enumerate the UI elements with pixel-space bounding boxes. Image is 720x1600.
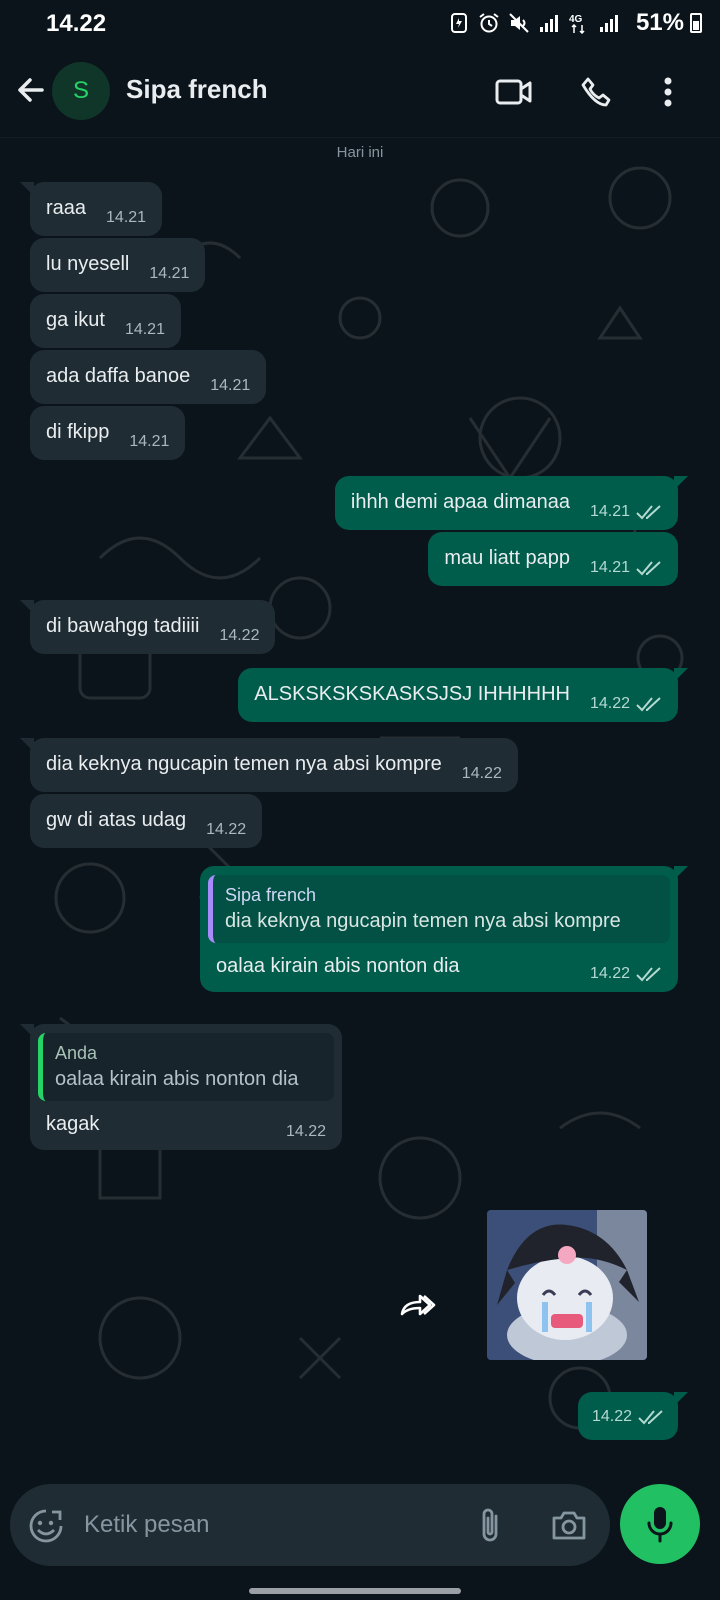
avatar[interactable]: S bbox=[52, 62, 110, 120]
gesture-navigation-bar[interactable] bbox=[249, 1588, 461, 1594]
message-time: 14.21 bbox=[210, 377, 251, 394]
message-out[interactable]: ihhh demi apaa dimanaa 14.21 bbox=[334, 476, 689, 530]
quoted-text: oalaa kirain abis nonton dia bbox=[55, 1068, 299, 1090]
message-in[interactable]: di bawahgg tadiiii 14.22 bbox=[19, 600, 276, 654]
message-text: lu nyesell bbox=[46, 253, 130, 275]
paperclip-icon[interactable] bbox=[474, 1506, 508, 1546]
chat-area[interactable]: Hari ini raaa 14.21 lu nyesell 14.21 ga ik… bbox=[0, 138, 720, 1480]
battery: 51% bbox=[636, 9, 702, 37]
signal-icon-2 bbox=[598, 12, 620, 34]
message-time: 14.21 bbox=[590, 499, 662, 525]
message-time: 14.21 bbox=[106, 209, 147, 226]
message-in[interactable]: gw di atas udag 14.22 bbox=[30, 794, 263, 848]
sticker-image[interactable] bbox=[487, 1210, 647, 1360]
status-icons: 4G bbox=[448, 12, 620, 34]
signal-icon bbox=[538, 12, 560, 34]
phone-icon[interactable] bbox=[574, 70, 618, 114]
arrow-left-icon[interactable] bbox=[12, 72, 48, 108]
message-time: 14.22 bbox=[590, 691, 662, 717]
message-text: raaa bbox=[46, 197, 87, 219]
message-text: di bawahgg tadiiii bbox=[46, 615, 200, 637]
message-out[interactable]: ALSKSKSKSKASKSJSJ IHHHHHH 14.22 bbox=[238, 668, 688, 722]
battery-icon bbox=[690, 13, 702, 33]
camera-icon[interactable] bbox=[550, 1508, 588, 1544]
message-in[interactable]: ga ikut 14.21 bbox=[30, 294, 181, 348]
alarm-icon bbox=[478, 12, 500, 34]
quoted-text: dia keknya ngucapin temen nya absi kompr… bbox=[225, 910, 621, 932]
status-bar: 14.22 4G 51% bbox=[0, 0, 720, 46]
message-out[interactable]: mau liatt papp 14.21 bbox=[428, 532, 678, 586]
forward-icon[interactable] bbox=[398, 1288, 438, 1322]
message-text: ihhh demi apaa dimanaa bbox=[350, 491, 570, 513]
message-in[interactable]: lu nyesell 14.21 bbox=[30, 238, 206, 292]
message-time: 14.21 bbox=[149, 265, 190, 282]
mute-icon bbox=[508, 12, 530, 34]
message-in[interactable]: dia keknya ngucapin temen nya absi kompr… bbox=[20, 738, 518, 792]
date-separator: Hari ini bbox=[336, 144, 384, 161]
message-in-reply[interactable]: Anda oalaa kirain abis nonton dia kagak … bbox=[20, 1024, 342, 1150]
message-time: 14.22 bbox=[590, 961, 662, 987]
message-text: di fkipp bbox=[46, 421, 110, 443]
network-4g-icon: 4G bbox=[568, 12, 590, 34]
message-text: kagak bbox=[46, 1113, 100, 1135]
message-out-reply[interactable]: Sipa french dia keknya ngucapin temen ny… bbox=[200, 866, 688, 992]
message-time: 14.21 bbox=[590, 555, 662, 581]
double-check-icon bbox=[636, 561, 661, 576]
quoted-message[interactable]: Anda oalaa kirain abis nonton dia bbox=[38, 1033, 334, 1101]
message-in[interactable]: di fkipp 14.21 bbox=[30, 406, 186, 460]
contact-name[interactable]: Sipa french bbox=[126, 74, 268, 105]
double-check-icon bbox=[636, 505, 661, 520]
double-check-icon bbox=[636, 697, 661, 712]
emoji-icon[interactable] bbox=[28, 1508, 64, 1544]
double-check-icon bbox=[638, 1410, 663, 1425]
message-text: dia keknya ngucapin temen nya absi kompr… bbox=[46, 753, 442, 775]
message-time: 14.22 bbox=[285, 1123, 326, 1140]
microphone-icon[interactable] bbox=[620, 1484, 700, 1564]
message-time: 14.21 bbox=[124, 321, 165, 338]
message-in[interactable]: ada daffa banoe 14.21 bbox=[30, 350, 267, 404]
chat-header: S Sipa french bbox=[0, 46, 720, 138]
message-in[interactable]: raaa 14.21 bbox=[19, 182, 163, 236]
quoted-message[interactable]: Sipa french dia keknya ngucapin temen ny… bbox=[208, 875, 670, 943]
message-text: oalaa kirain abis nonton dia bbox=[216, 955, 460, 977]
message-composer[interactable]: Ketik pesan bbox=[10, 1484, 610, 1566]
quoted-sender: Anda bbox=[55, 1043, 98, 1063]
more-vert-icon[interactable] bbox=[646, 70, 690, 114]
message-time: 14.22 bbox=[219, 627, 260, 644]
app-notification-icon bbox=[448, 12, 470, 34]
message-input[interactable]: Ketik pesan bbox=[84, 1511, 209, 1539]
status-time: 14.22 bbox=[46, 10, 107, 37]
message-out-sticker-time[interactable]: 14.22 bbox=[577, 1392, 689, 1440]
quoted-sender: Sipa french bbox=[225, 885, 317, 905]
message-text: ada daffa banoe bbox=[46, 365, 191, 387]
message-time: 14.22 bbox=[461, 765, 502, 782]
message-text: gw di atas udag bbox=[46, 809, 187, 831]
double-check-icon bbox=[636, 967, 661, 982]
battery-percent: 51% bbox=[635, 9, 684, 36]
message-text: mau liatt papp bbox=[444, 547, 570, 569]
video-call-icon[interactable] bbox=[492, 70, 536, 114]
message-text: ALSKSKSKSKASKSJSJ IHHHHHH bbox=[254, 683, 570, 705]
message-time: 14.21 bbox=[129, 433, 170, 450]
message-time: 14.22 bbox=[206, 821, 247, 838]
message-time: 14.22 bbox=[592, 1404, 664, 1430]
message-text: ga ikut bbox=[46, 309, 105, 331]
svg-text:4G: 4G bbox=[569, 14, 583, 25]
